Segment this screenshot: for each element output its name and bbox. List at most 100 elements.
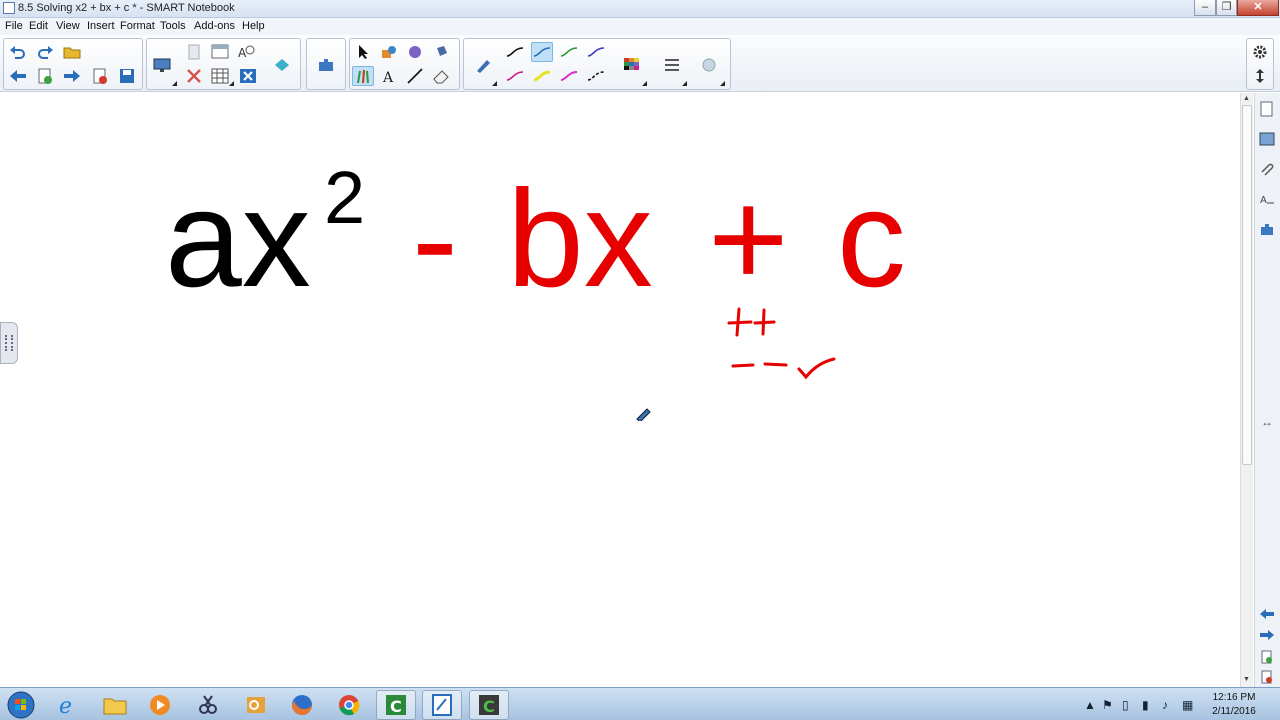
volume-icon[interactable]: ♪	[1162, 698, 1168, 712]
resize-sidebar-icon[interactable]: ↔	[1258, 413, 1276, 431]
gallery-icon[interactable]	[1258, 130, 1276, 148]
text-icon[interactable]: A	[378, 66, 400, 86]
next-page-icon[interactable]	[61, 66, 83, 86]
toolbar-group-tools: A	[349, 38, 460, 90]
close-window-icon[interactable]	[237, 66, 259, 86]
properties-icon[interactable]: A	[1258, 190, 1276, 208]
thickness-menu-arrow[interactable]	[682, 81, 687, 86]
file-explorer-icon[interactable]	[95, 690, 135, 720]
transparency-menu-arrow[interactable]	[720, 81, 725, 86]
fill-icon[interactable]	[430, 42, 452, 62]
attachments-icon[interactable]	[1258, 160, 1276, 178]
firefox-icon[interactable]	[282, 690, 322, 720]
page-sorter-icon[interactable]	[1258, 100, 1276, 118]
redo-icon[interactable]	[34, 42, 56, 62]
pen-style-green-icon[interactable]	[558, 42, 580, 62]
menu-add-ons[interactable]: Add-ons	[194, 20, 235, 32]
gear-icon[interactable]	[1249, 42, 1271, 62]
pen-style-yellow-icon[interactable]	[531, 66, 553, 86]
snipping-tool-icon[interactable]	[188, 690, 228, 720]
chrome-icon[interactable]	[329, 690, 369, 720]
restore-button[interactable]: ❐	[1216, 0, 1237, 16]
spell-check-icon[interactable]: A	[235, 42, 257, 62]
delete-page-icon[interactable]	[89, 66, 111, 86]
smart-notebook-app-icon	[3, 2, 15, 14]
sidebar-delete-page-icon[interactable]	[1258, 668, 1276, 686]
magic-pen-icon[interactable]	[404, 42, 426, 62]
display-menu-arrow[interactable]	[172, 81, 177, 86]
menu-edit[interactable]: Edit	[29, 20, 48, 32]
term-bx: bx	[507, 162, 653, 316]
svg-text:e: e	[59, 694, 72, 717]
tray-device-icon[interactable]: ▯	[1122, 698, 1129, 712]
side-panel-grip[interactable]	[0, 322, 18, 364]
previous-page-icon[interactable]	[7, 66, 29, 86]
save-icon[interactable]	[116, 66, 138, 86]
sidebar-add-page-icon[interactable]	[1258, 648, 1276, 666]
scroll-up-arrow-icon[interactable]: ▲	[1243, 95, 1250, 102]
delete-icon[interactable]	[183, 66, 205, 86]
scroll-down-arrow-icon[interactable]: ▼	[1243, 676, 1250, 683]
vertical-scrollbar[interactable]: ▲ ▼	[1240, 93, 1253, 687]
eraser-icon[interactable]	[430, 66, 452, 86]
open-folder-icon[interactable]	[61, 42, 83, 62]
move-toolbar-icon[interactable]	[1249, 66, 1271, 86]
transparency-icon[interactable]	[699, 55, 721, 75]
power-icon[interactable]: ▮	[1142, 698, 1149, 712]
menu-format[interactable]: Format	[120, 20, 155, 32]
title-bar: 8.5 Solving x2 + bx + c * - SMART Notebo…	[0, 0, 1280, 18]
menu-view[interactable]: View	[56, 20, 80, 32]
screen-shade-icon[interactable]	[209, 42, 231, 62]
network-icon[interactable]: ▦	[1182, 698, 1193, 712]
pens-icon[interactable]	[352, 66, 374, 86]
color-palette-icon[interactable]	[621, 55, 643, 75]
outlook-icon[interactable]	[236, 690, 276, 720]
pen-style-blue-icon[interactable]	[531, 42, 553, 62]
add-ons-puzzle-icon[interactable]	[315, 55, 337, 75]
annotation-minus-minus	[731, 362, 788, 368]
tray-overflow-icon[interactable]: ▲	[1084, 698, 1096, 712]
scroll-thumb[interactable]	[1242, 105, 1252, 465]
response-icon[interactable]	[271, 55, 293, 75]
table-menu-arrow[interactable]	[229, 81, 234, 86]
svg-text:C: C	[483, 697, 495, 716]
line-thickness-icon[interactable]	[661, 55, 683, 75]
menu-file[interactable]: File	[5, 20, 23, 32]
color-menu-arrow[interactable]	[642, 81, 647, 86]
notebook-page-canvas[interactable]: ax 2 - bx + c ++	[2, 93, 1239, 687]
minimize-button[interactable]: ‒	[1194, 0, 1216, 16]
camtasia-recorder-icon[interactable]: C	[376, 690, 416, 720]
undo-icon[interactable]	[7, 42, 29, 62]
start-orb-icon[interactable]	[2, 690, 40, 720]
paste-icon[interactable]	[183, 42, 205, 62]
svg-text:A: A	[1260, 195, 1267, 206]
pen-style-dashed-icon[interactable]	[585, 66, 607, 86]
sidebar-prev-page-icon[interactable]	[1258, 605, 1276, 623]
close-button[interactable]: ✕	[1237, 0, 1279, 16]
line-icon[interactable]	[404, 66, 426, 86]
toolbar-group-addon	[306, 38, 346, 90]
media-player-icon[interactable]	[140, 690, 180, 720]
internet-explorer-icon[interactable]: e	[48, 690, 88, 720]
pen-style-pink-icon[interactable]	[558, 66, 580, 86]
pen-style-black-icon[interactable]	[504, 42, 526, 62]
clock-time[interactable]: 12:16 PM	[1199, 692, 1269, 703]
action-center-flag-icon[interactable]: ⚑	[1102, 698, 1113, 712]
pen-type-menu-arrow[interactable]	[492, 81, 497, 86]
add-ons-tab-icon[interactable]	[1258, 220, 1276, 238]
sidebar-next-page-icon[interactable]	[1258, 626, 1276, 644]
pen-style-magenta-icon[interactable]	[504, 66, 526, 86]
display-screen-icon[interactable]	[151, 55, 173, 75]
pen-type-icon[interactable]	[472, 55, 494, 75]
smart-notebook-taskbar-icon[interactable]	[422, 690, 462, 720]
menu-help[interactable]: Help	[242, 20, 265, 32]
clock-date[interactable]: 2/11/2016	[1199, 706, 1269, 717]
insert-table-icon[interactable]	[209, 66, 231, 86]
menu-tools[interactable]: Tools	[160, 20, 186, 32]
select-pointer-icon[interactable]	[352, 42, 374, 62]
add-page-icon[interactable]	[34, 66, 56, 86]
camtasia-studio-icon[interactable]: C	[469, 690, 509, 720]
pen-style-navy-icon[interactable]	[585, 42, 607, 62]
menu-insert[interactable]: Insert	[87, 20, 115, 32]
shapes-icon[interactable]	[378, 42, 400, 62]
